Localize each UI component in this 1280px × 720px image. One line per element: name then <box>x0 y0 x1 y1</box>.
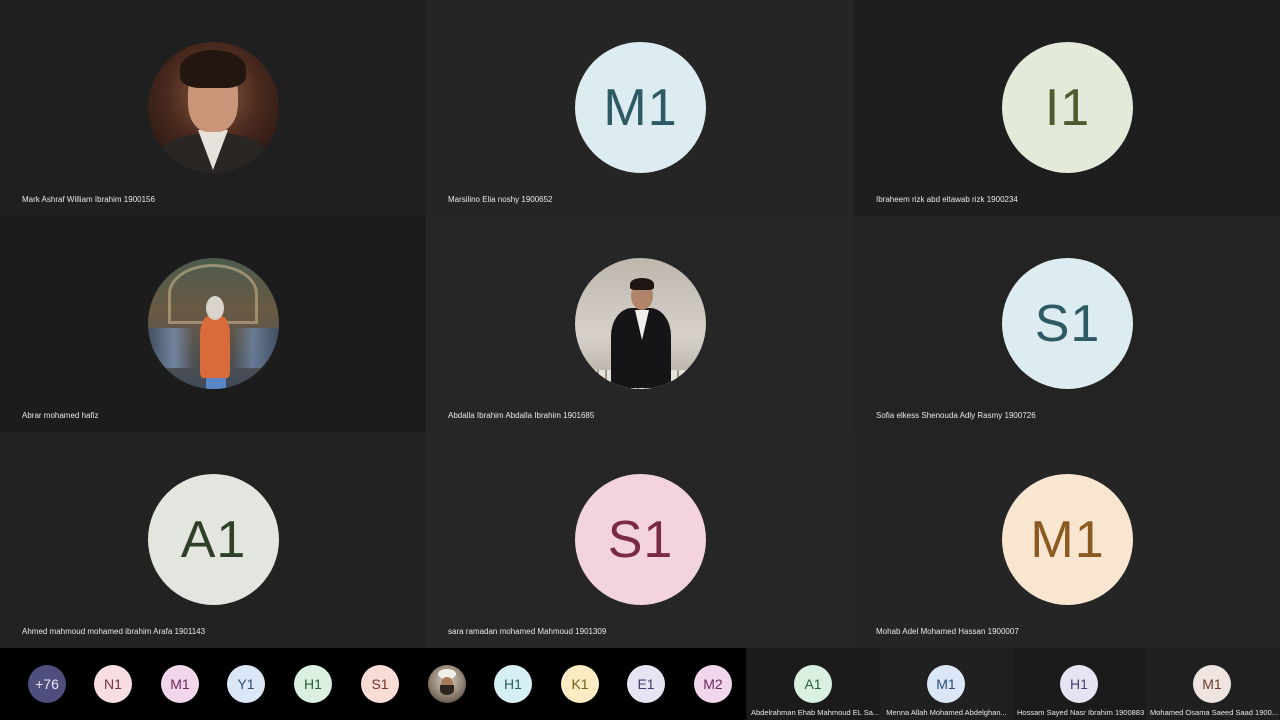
participant-name: Ahmed mahmoud mohamed ibrahim Arafa 1901… <box>22 627 206 636</box>
participant-name: Sofia elkess Shenouda Adly Rasmy 1900726 <box>876 411 1036 420</box>
participant-initials-avatar: S1 <box>575 474 706 605</box>
participant-name: Mark Ashraf William Ibrahim 1900156 <box>22 195 155 204</box>
participant-grid: Mark Ashraf William Ibrahim 1900156 M1 M… <box>0 0 1280 648</box>
participant-tile[interactable]: M1 Marsilino Elia noshy 1900652 <box>426 0 854 216</box>
participant-initials-avatar: S1 <box>1002 258 1133 389</box>
participant-avatar[interactable]: K1 <box>561 665 599 703</box>
participant-tile[interactable]: A1 Ahmed mahmoud mohamed ibrahim Arafa 1… <box>0 432 426 648</box>
strip-participant-tile[interactable]: A1 Abdelrahman Ehab Mahmoud EL Sa... <box>747 648 880 720</box>
participant-name: Ibraheem rizk abd eltawab rizk 1900234 <box>876 195 1018 204</box>
participant-name: Menna Allah Mohamed Abdelghan... <box>886 708 1007 717</box>
participant-avatar: H1 <box>1060 665 1098 703</box>
more-participants-button[interactable]: +76 <box>28 665 66 703</box>
participant-avatar[interactable]: Y1 <box>227 665 265 703</box>
participant-photo <box>148 42 279 173</box>
participant-name: Abrar mohamed hafiz <box>22 411 99 420</box>
participant-name: Mohab Adel Mohamed Hassan 1900007 <box>876 627 1019 636</box>
participant-avatar: M1 <box>927 665 965 703</box>
participant-name: Abdalla Ibrahim Abdalla Ibrahim 1901685 <box>448 411 595 420</box>
participant-avatar[interactable]: E1 <box>627 665 665 703</box>
participant-avatar[interactable]: N1 <box>94 665 132 703</box>
participant-tile[interactable]: Abrar mohamed hafiz <box>0 216 426 432</box>
participant-avatar[interactable]: H1 <box>294 665 332 703</box>
strip-participant-tile[interactable]: H1 Hossam Sayed Nasr Ibrahim 1900883 <box>1013 648 1146 720</box>
participant-initials-avatar: I1 <box>1002 42 1133 173</box>
participant-name: Abdelrahman Ehab Mahmoud EL Sa... <box>751 708 880 717</box>
participant-strip: +76 N1 M1 Y1 H1 S1 H1 K1 E1 M2 A1 Abdelr… <box>0 648 1280 720</box>
overflow-avatar-strip: +76 N1 M1 Y1 H1 S1 H1 K1 E1 M2 <box>0 648 746 720</box>
participant-avatar[interactable]: S1 <box>361 665 399 703</box>
strip-participant-tile[interactable]: M1 Menna Allah Mohamed Abdelghan... <box>880 648 1013 720</box>
participant-avatar[interactable]: H1 <box>494 665 532 703</box>
participant-name: Mohamed Osama Saeed Saad 1900... <box>1150 708 1278 717</box>
participant-tile[interactable]: S1 Sofia elkess Shenouda Adly Rasmy 1900… <box>854 216 1280 432</box>
participant-tile[interactable]: Abdalla Ibrahim Abdalla Ibrahim 1901685 <box>426 216 854 432</box>
participant-initials-avatar: M1 <box>1002 474 1133 605</box>
participant-name: Marsilino Elia noshy 1900652 <box>448 195 553 204</box>
strip-participant-tile[interactable]: M1 Mohamed Osama Saeed Saad 1900... <box>1146 648 1280 720</box>
participant-avatar: M1 <box>1193 665 1231 703</box>
participant-initials-avatar: A1 <box>148 474 279 605</box>
participant-photo-avatar[interactable] <box>428 665 466 703</box>
participant-initials-avatar: M1 <box>575 42 706 173</box>
participant-avatar[interactable]: M1 <box>161 665 199 703</box>
participant-name: Hossam Sayed Nasr Ibrahim 1900883 <box>1017 708 1145 717</box>
participant-tile[interactable]: I1 Ibraheem rizk abd eltawab rizk 190023… <box>854 0 1280 216</box>
participant-photo <box>575 258 706 389</box>
participant-tile[interactable]: Mark Ashraf William Ibrahim 1900156 <box>0 0 426 216</box>
participant-tile[interactable]: S1 sara ramadan mohamed Mahmoud 1901309 <box>426 432 854 648</box>
participant-name: sara ramadan mohamed Mahmoud 1901309 <box>448 627 607 636</box>
participant-tile[interactable]: M1 Mohab Adel Mohamed Hassan 1900007 <box>854 432 1280 648</box>
participant-avatar[interactable]: M2 <box>694 665 732 703</box>
participant-photo <box>148 258 279 389</box>
participant-avatar: A1 <box>794 665 832 703</box>
